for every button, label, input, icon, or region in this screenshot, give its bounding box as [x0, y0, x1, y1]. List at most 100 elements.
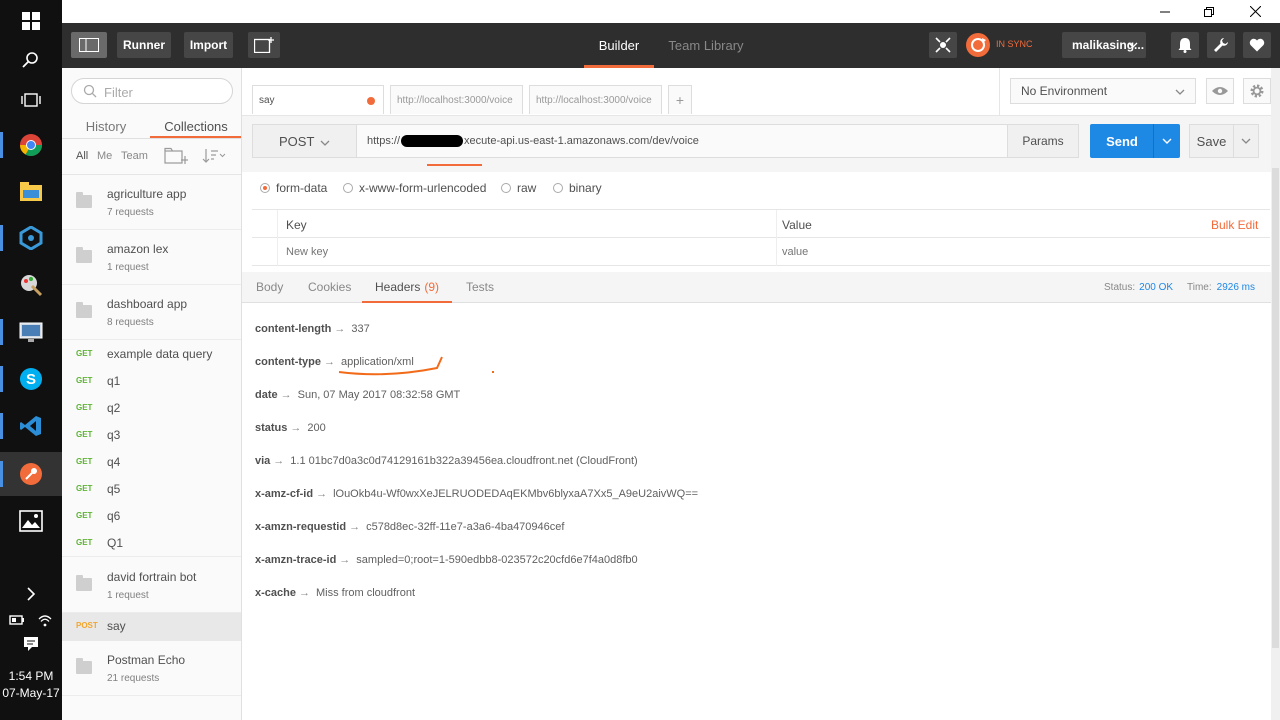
header-value: lOuOkb4u-Wf0wxXeJELRUODEDAqEKMbv6blyxaA7…	[333, 488, 699, 500]
header-row: x-amzn-requestid → c578d8ec-32ff-11e7-a3a6…	[255, 521, 564, 533]
new-collection-button[interactable]	[164, 147, 188, 168]
request-item-selected[interactable]: POST say	[62, 613, 241, 641]
settings-button[interactable]	[1207, 32, 1235, 58]
collection-item[interactable]: dashboard app 8 requests	[62, 285, 241, 340]
url-prefix: https://	[367, 135, 401, 147]
quick-look-button[interactable]	[1206, 78, 1234, 104]
scrollbar-thumb[interactable]	[1272, 168, 1279, 648]
notification-icon[interactable]	[17, 630, 45, 658]
paint-app-icon[interactable]	[17, 271, 45, 299]
filter-team[interactable]: Team	[121, 150, 148, 162]
new-window-button[interactable]	[248, 32, 280, 58]
interceptor-button[interactable]	[929, 32, 957, 58]
favorite-button[interactable]	[1243, 32, 1271, 58]
import-button[interactable]: Import	[184, 32, 233, 58]
filter-box[interactable]	[71, 78, 233, 104]
response-status: Status: 200 OK	[1104, 272, 1173, 302]
collection-item[interactable]: amazon lex 1 request	[62, 230, 241, 285]
bulk-edit-link[interactable]: Bulk Edit	[1211, 218, 1258, 232]
body-type-form-data[interactable]: form-data	[260, 181, 327, 195]
notifications-button[interactable]	[1171, 32, 1199, 58]
minimize-button[interactable]	[1142, 0, 1188, 23]
sort-button[interactable]	[202, 148, 226, 167]
close-button[interactable]	[1232, 0, 1278, 23]
send-button[interactable]: Send	[1090, 124, 1154, 158]
postman-icon[interactable]	[17, 460, 45, 488]
app-hexagon-icon[interactable]	[17, 224, 45, 252]
sort-icon	[202, 149, 226, 163]
vscode-icon[interactable]	[17, 412, 45, 440]
request-tab-bar: say http://localhost:3000/voice http://l…	[242, 68, 1280, 116]
tab-team-library[interactable]: Team Library	[662, 23, 750, 68]
task-view-icon[interactable]	[17, 86, 45, 114]
request-item[interactable]: GET q6	[62, 503, 241, 530]
request-item[interactable]: GET Q1	[62, 530, 241, 557]
send-options-button[interactable]	[1153, 124, 1180, 158]
chevron-down-icon	[1175, 89, 1185, 95]
url-input[interactable]: https:// xecute-api.us-east-1.amazonaws.…	[356, 124, 1008, 158]
body-type-raw[interactable]: raw	[501, 181, 536, 195]
new-tab-button[interactable]: +	[668, 85, 692, 114]
tab-tests[interactable]: Tests	[466, 272, 494, 302]
remote-desktop-icon[interactable]	[17, 318, 45, 346]
body-type-label: raw	[517, 181, 537, 195]
runner-button[interactable]: Runner	[117, 32, 171, 58]
request-item[interactable]: GET q1	[62, 368, 241, 395]
body-type-urlencoded[interactable]: x-www-form-urlencoded	[343, 181, 486, 195]
file-explorer-icon[interactable]	[17, 178, 45, 206]
request-method: GET	[76, 484, 93, 493]
window-title-bar[interactable]	[62, 0, 1280, 23]
system-clock[interactable]: 1:54 PM 07-May-17	[0, 668, 62, 702]
restore-button[interactable]	[1186, 0, 1232, 23]
tab-body[interactable]: Body	[256, 272, 283, 302]
save-button[interactable]: Save	[1189, 124, 1234, 158]
body-type-binary[interactable]: binary	[553, 181, 602, 195]
photos-icon[interactable]	[17, 507, 45, 535]
tab-headers[interactable]: Headers (9)	[375, 272, 439, 302]
user-menu[interactable]: malikasing...	[1062, 32, 1146, 58]
tab-history[interactable]: History	[74, 112, 138, 140]
request-name: example data query	[107, 347, 213, 361]
method-select[interactable]: POST	[252, 124, 357, 158]
toggle-sidebar-button[interactable]	[71, 32, 107, 58]
save-options-button[interactable]	[1233, 124, 1259, 158]
filter-input[interactable]	[104, 83, 224, 101]
request-item[interactable]: GET q5	[62, 476, 241, 503]
request-item[interactable]: GET example data query	[62, 341, 241, 368]
folder-icon	[76, 302, 92, 318]
collection-item[interactable]: david fortrain bot 1 request	[62, 558, 241, 613]
request-name: say	[107, 619, 126, 633]
new-key-input[interactable]	[286, 244, 766, 260]
scrollbar[interactable]	[1271, 68, 1280, 720]
request-tab[interactable]: say	[252, 85, 384, 114]
body-type-label: form-data	[276, 181, 328, 195]
tab-cookies[interactable]: Cookies	[308, 272, 351, 302]
header-value: sampled=0;root=1-590edbb8-023572c20cfd6e…	[356, 554, 638, 566]
value-input[interactable]	[782, 244, 1262, 260]
chrome-icon[interactable]	[17, 131, 45, 159]
request-tab[interactable]: http://localhost:3000/voice	[390, 85, 523, 114]
response-time: Time: 2926 ms	[1187, 272, 1255, 302]
request-tab[interactable]: http://localhost:3000/voice	[529, 85, 662, 114]
tab-builder[interactable]: Builder	[584, 23, 654, 68]
manage-environments-button[interactable]	[1243, 78, 1271, 104]
windows-start-icon[interactable]	[17, 7, 45, 35]
request-item[interactable]: GET q4	[62, 449, 241, 476]
divider	[776, 210, 777, 266]
params-button[interactable]: Params	[1007, 124, 1079, 158]
chevron-right-icon[interactable]	[17, 580, 45, 608]
skype-icon[interactable]: S	[17, 365, 45, 393]
chevron-down-icon	[1241, 138, 1251, 144]
filter-all[interactable]: All	[76, 150, 88, 162]
request-tab-label: say	[259, 94, 275, 106]
filter-me[interactable]: Me	[97, 150, 112, 162]
request-item[interactable]: GET q2	[62, 395, 241, 422]
main-panel: say http://localhost:3000/voice http://l…	[242, 68, 1280, 720]
environment-select[interactable]: No Environment	[1010, 78, 1196, 104]
collection-item[interactable]: Postman Echo 21 requests	[62, 641, 241, 696]
collection-item[interactable]: agriculture app 7 requests	[62, 175, 241, 230]
request-item[interactable]: GET q3	[62, 422, 241, 449]
search-icon[interactable]	[17, 46, 45, 74]
sync-button[interactable]	[964, 32, 992, 58]
add-folder-icon	[164, 147, 188, 164]
